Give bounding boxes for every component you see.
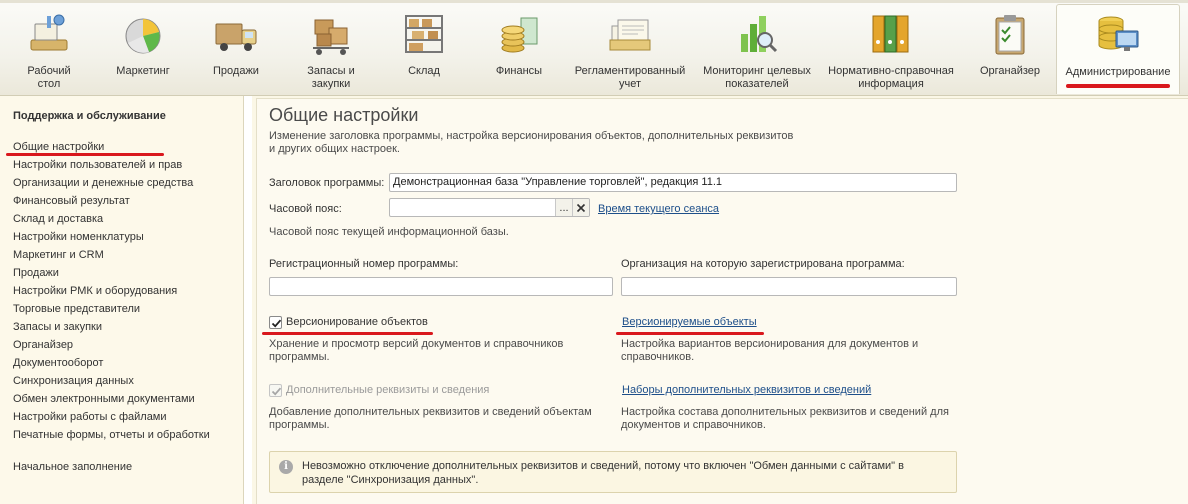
tab-stock-purchases[interactable]: Запасы и закупки (294, 4, 368, 94)
form-area (256, 98, 1188, 504)
boxes-cart-icon (313, 19, 349, 55)
sidebar-item-document-flow[interactable]: Документооборот (13, 357, 103, 369)
checkmark-icon (271, 387, 282, 396)
info-icon: i (279, 460, 293, 474)
warehouse-shelf-icon (405, 15, 443, 53)
versioning-checkbox[interactable] (269, 316, 282, 329)
page-description: Изменение заголовка программы, настройка… (269, 130, 794, 155)
coins-icon (501, 17, 538, 53)
org-field[interactable] (621, 277, 957, 296)
sidebar: Поддержка и обслуживание Общие настройки… (0, 96, 244, 504)
toolbar-top-edge (0, 0, 1188, 3)
highlight-underline-administration (1066, 84, 1170, 88)
pie-chart-icon (125, 18, 161, 54)
section-toolbar: Рабочий стол Маркетинг Продажи Запасы и … (0, 0, 1188, 96)
desktop-icon (30, 14, 68, 51)
tab-administration[interactable]: Администрирование (1056, 4, 1180, 94)
timezone-hint: Часовой пояс текущей информационной базы… (269, 226, 509, 238)
tab-desktop[interactable]: Рабочий стол (14, 4, 84, 94)
tab-sales[interactable]: Продажи (204, 4, 268, 94)
props-sets-link[interactable]: Наборы дополнительных реквизитов и сведе… (622, 384, 871, 396)
tab-label: Продажи (213, 65, 259, 77)
reg-number-field[interactable] (269, 277, 613, 296)
tab-label: Запасы и закупки (307, 65, 355, 90)
session-time-link[interactable]: Время текущего сеанса (598, 203, 719, 215)
props-sets-description: Настройка состава дополнительных реквизи… (621, 406, 949, 431)
tab-label: Мониторинг целевых показателей (703, 65, 811, 90)
sidebar-item-warehouse-delivery[interactable]: Склад и доставка (13, 213, 103, 225)
tab-warehouse[interactable]: Склад (394, 4, 454, 94)
sidebar-item-sales[interactable]: Продажи (13, 267, 59, 279)
sidebar-item-pos-equipment[interactable]: Настройки РМК и оборудования (13, 285, 177, 297)
tab-reference-info[interactable]: Нормативно-справочная информация (824, 4, 958, 94)
documents-icon (609, 19, 651, 51)
program-title-field[interactable]: Демонстрационная база "Управление торгов… (389, 173, 957, 192)
tab-label: Нормативно-справочная информация (828, 65, 954, 90)
tab-label: Склад (408, 65, 440, 77)
sidebar-item-edi[interactable]: Обмен электронными документами (13, 393, 195, 405)
tab-label: Администрирование (1065, 66, 1171, 78)
sidebar-item-marketing-crm[interactable]: Маркетинг и CRM (13, 249, 104, 261)
versioned-objects-link[interactable]: Версионируемые объекты (622, 316, 757, 328)
versioning-description: Хранение и просмотр версий документов и … (269, 338, 564, 363)
tab-finance[interactable]: Финансы (486, 4, 552, 94)
additional-props-checkbox (269, 384, 282, 397)
tab-monitoring[interactable]: Мониторинг целевых показателей (700, 4, 814, 94)
info-message-text: Невозможно отключение дополнительных рек… (302, 460, 904, 486)
highlight-underline-general-settings (6, 153, 164, 156)
additional-props-description: Добавление дополнительных реквизитов и с… (269, 406, 592, 431)
checkmark-icon (271, 319, 282, 328)
reg-number-label: Регистрационный номер программы: (269, 258, 459, 270)
timezone-clear-button[interactable] (572, 199, 589, 216)
sidebar-item-nomenclature-settings[interactable]: Настройки номенклатуры (13, 231, 144, 243)
database-monitor-icon (1098, 16, 1139, 51)
versioning-label[interactable]: Версионирование объектов (286, 316, 428, 328)
timezone-select-button[interactable]: ... (555, 199, 572, 216)
clear-icon (576, 203, 586, 212)
sidebar-item-initial-fill[interactable]: Начальное заполнение (13, 461, 132, 473)
program-title-label: Заголовок программы: (269, 177, 385, 189)
highlight-underline-versioning (262, 332, 433, 335)
tab-label: Органайзер (979, 65, 1041, 77)
sidebar-item-financial-result[interactable]: Финансовый результат (13, 195, 130, 207)
sidebar-item-users-rights[interactable]: Настройки пользователей и прав (13, 159, 182, 171)
tab-marketing[interactable]: Маркетинг (110, 4, 176, 94)
sidebar-item-print-forms[interactable]: Печатные формы, отчеты и обработки (13, 429, 210, 441)
sidebar-item-data-sync[interactable]: Синхронизация данных (13, 375, 134, 387)
main-panel (252, 96, 1188, 504)
timezone-field[interactable]: ... (389, 198, 590, 217)
highlight-underline-versioned-objects (616, 332, 764, 335)
tab-regulated-accounting[interactable]: Регламентированный учет (570, 4, 690, 94)
tab-label: Регламентированный учет (574, 65, 686, 90)
binders-icon (872, 15, 909, 53)
versioned-objects-description: Настройка вариантов версионирования для … (621, 338, 919, 363)
sidebar-item-stock-purchases[interactable]: Запасы и закупки (13, 321, 102, 333)
sidebar-item-file-settings[interactable]: Настройки работы с файлами (13, 411, 167, 423)
truck-icon (215, 23, 257, 51)
sidebar-title: Поддержка и обслуживание (13, 110, 166, 122)
tab-label: Маркетинг (116, 65, 170, 77)
tab-label: Финансы (495, 65, 543, 77)
clipboard-icon (995, 15, 1025, 55)
additional-props-label: Дополнительные реквизиты и сведения (286, 384, 490, 396)
bar-chart-magnifier-icon (741, 16, 778, 53)
org-label: Организация на которую зарегистрирована … (621, 258, 905, 270)
sidebar-item-organizer[interactable]: Органайзер (13, 339, 73, 351)
info-message-box: i Невозможно отключение дополнительных р… (269, 451, 957, 493)
sidebar-item-organizations-funds[interactable]: Организации и денежные средства (13, 177, 193, 189)
page-title: Общие настройки (269, 105, 419, 125)
tab-label: Рабочий стол (27, 65, 71, 90)
tab-organizer[interactable]: Органайзер (976, 4, 1044, 94)
timezone-label: Часовой пояс: (269, 203, 342, 215)
sidebar-item-sales-reps[interactable]: Торговые представители (13, 303, 140, 315)
sidebar-item-general-settings[interactable]: Общие настройки (13, 141, 104, 153)
